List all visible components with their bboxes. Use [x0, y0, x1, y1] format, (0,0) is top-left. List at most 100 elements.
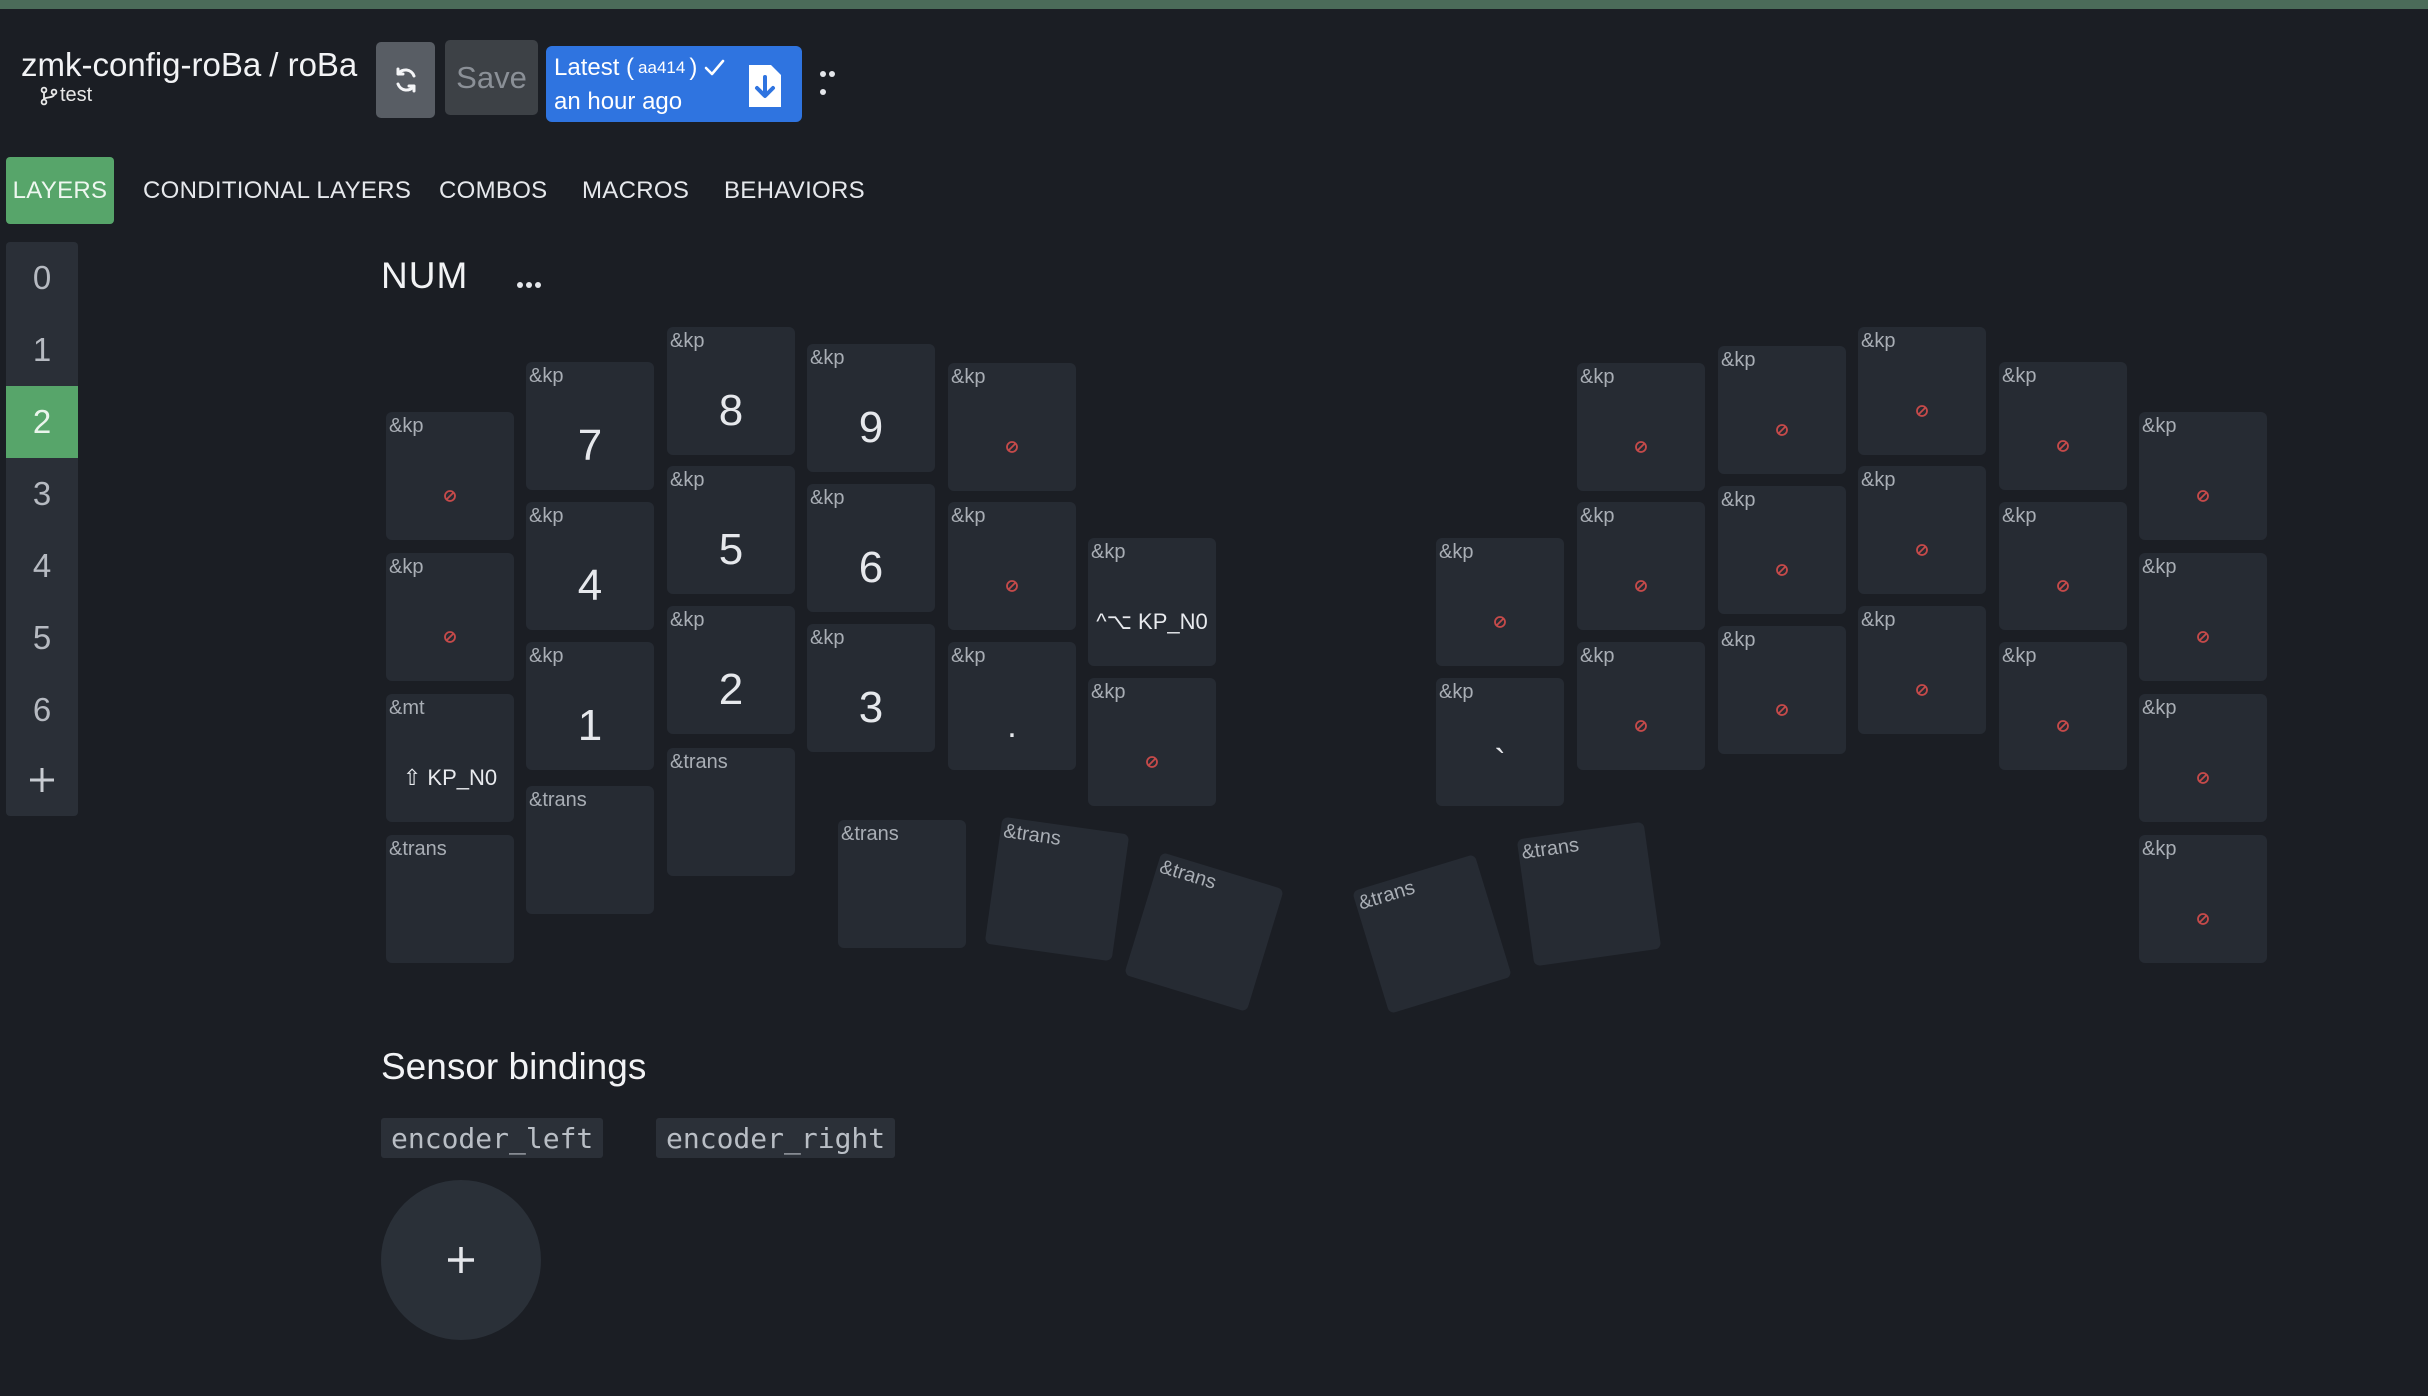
key-8[interactable]: &kp 6	[807, 484, 935, 612]
key-7[interactable]: &kp 5	[667, 466, 795, 594]
none-icon	[1858, 506, 1986, 594]
key-behavior-label: &kp	[1721, 629, 1756, 651]
layer-item-4[interactable]: 4	[6, 530, 78, 602]
key-1[interactable]: &kp 7	[526, 362, 654, 490]
key-param-label: 4	[577, 561, 603, 610]
key-19[interactable]: &trans	[667, 748, 795, 876]
save-button[interactable]: Save	[445, 40, 538, 115]
key-32[interactable]: &kp	[1718, 486, 1846, 614]
key-6[interactable]: &kp 4	[526, 502, 654, 630]
key-behavior-label: &kp	[2142, 838, 2177, 860]
none-icon	[2139, 593, 2267, 681]
layer-item-1[interactable]: 1	[6, 314, 78, 386]
none-icon	[2139, 734, 2267, 822]
key-35[interactable]: &kp	[2139, 553, 2267, 681]
tab-macros[interactable]: MACROS	[582, 157, 689, 224]
key-behavior-label: &trans	[670, 751, 728, 773]
layer-item-3[interactable]: 3	[6, 458, 78, 530]
key-param-label: 7	[577, 421, 603, 470]
download-file-icon[interactable]	[746, 62, 784, 110]
key-16[interactable]: &kp	[1088, 678, 1216, 806]
more-options-icon[interactable]	[820, 64, 846, 95]
key-0[interactable]: &kp	[386, 412, 514, 540]
none-icon	[2139, 875, 2267, 963]
key-41[interactable]: &kp	[2139, 694, 2267, 822]
layer-item-0[interactable]: 0	[6, 242, 78, 314]
layer-item-2[interactable]: 2	[6, 386, 78, 458]
key-38[interactable]: &kp	[1718, 626, 1846, 754]
layer-options-icon[interactable]	[517, 275, 545, 288]
branch-indicator[interactable]: test	[40, 84, 92, 107]
key-18[interactable]: &trans	[526, 786, 654, 914]
key-27[interactable]: &kp	[1858, 327, 1986, 455]
key-3[interactable]: &kp 9	[807, 344, 935, 472]
key-24[interactable]: &trans	[1516, 821, 1662, 967]
key-13[interactable]: &kp 2	[667, 606, 795, 734]
key-4[interactable]: &kp	[948, 363, 1076, 491]
add-layer-button[interactable]	[6, 744, 78, 816]
key-10[interactable]: &kp ^⌥ KP_N0	[1088, 538, 1216, 666]
key-param-label	[1124, 890, 1272, 1012]
key-30[interactable]: &kp	[1436, 538, 1564, 666]
key-12[interactable]: &kp 1	[526, 642, 654, 770]
key-behavior-label: &kp	[1091, 681, 1126, 703]
key-behavior-label: &kp	[1580, 505, 1615, 527]
key-36[interactable]: &kp `	[1436, 678, 1564, 806]
key-37[interactable]: &kp	[1577, 642, 1705, 770]
key-param-label	[838, 860, 966, 948]
layer-title[interactable]: NUM	[381, 255, 468, 297]
key-17[interactable]: &trans	[386, 835, 514, 963]
key-23[interactable]: &trans	[1352, 854, 1512, 1014]
key-33[interactable]: &kp	[1858, 466, 1986, 594]
key-21[interactable]: &trans	[984, 816, 1130, 962]
key-behavior-label: &mt	[389, 697, 425, 719]
tab-behaviors[interactable]: BEHAVIORS	[724, 157, 865, 224]
tab-layers[interactable]: LAYERS	[6, 157, 114, 224]
add-sensor-binding-button[interactable]	[381, 1180, 541, 1340]
key-param-label: ⇧ KP_N0	[402, 765, 498, 790]
key-40[interactable]: &kp	[1999, 642, 2127, 770]
git-branch-icon	[40, 86, 58, 105]
key-param-label: `	[1494, 742, 1506, 781]
tab-combos[interactable]: COMBOS	[439, 157, 547, 224]
key-param-label: 6	[858, 543, 884, 592]
repo-name[interactable]: zmk-config-roBa	[21, 46, 261, 83]
key-28[interactable]: &kp	[1999, 362, 2127, 490]
key-39[interactable]: &kp	[1858, 606, 1986, 734]
tab-conditional-layers[interactable]: CONDITIONAL LAYERS	[143, 157, 411, 224]
key-param-label	[667, 788, 795, 876]
key-behavior-label: &kp	[529, 365, 564, 387]
none-icon	[386, 593, 514, 681]
key-param-label: 3	[858, 683, 884, 732]
key-34[interactable]: &kp	[1999, 502, 2127, 630]
layer-list: 0 1 2 3 4 5 6	[6, 242, 78, 816]
key-42[interactable]: &kp	[2139, 835, 2267, 963]
none-icon	[1718, 526, 1846, 614]
key-2[interactable]: &kp 8	[667, 327, 795, 455]
keyboard-name[interactable]: roBa	[288, 46, 358, 83]
key-14[interactable]: &kp 3	[807, 624, 935, 752]
reload-button[interactable]	[376, 42, 435, 118]
key-22[interactable]: &trans	[1124, 852, 1284, 1012]
latest-build-button[interactable]: Latest ( aa414 ) an hour ago	[546, 46, 802, 122]
layer-item-6[interactable]: 6	[6, 674, 78, 746]
layer-item-5[interactable]: 5	[6, 602, 78, 674]
key-20[interactable]: &trans	[838, 820, 966, 948]
key-param-label: 1	[577, 701, 603, 750]
none-icon	[1088, 718, 1216, 806]
key-31[interactable]: &kp	[1577, 502, 1705, 630]
key-25[interactable]: &kp	[1577, 363, 1705, 491]
key-9[interactable]: &kp	[948, 502, 1076, 630]
key-behavior-label: &kp	[951, 366, 986, 388]
key-5[interactable]: &kp	[386, 553, 514, 681]
encoder-right-label: encoder_right	[656, 1118, 896, 1158]
key-11[interactable]: &mt ⇧ KP_N0	[386, 694, 514, 822]
key-15[interactable]: &kp.	[948, 642, 1076, 770]
refresh-icon	[396, 67, 415, 93]
key-behavior-label: &trans	[529, 789, 587, 811]
key-29[interactable]: &kp	[2139, 412, 2267, 540]
key-behavior-label: &kp	[1861, 469, 1896, 491]
key-26[interactable]: &kp	[1718, 346, 1846, 474]
key-behavior-label: &kp	[951, 505, 986, 527]
none-icon	[948, 542, 1076, 630]
